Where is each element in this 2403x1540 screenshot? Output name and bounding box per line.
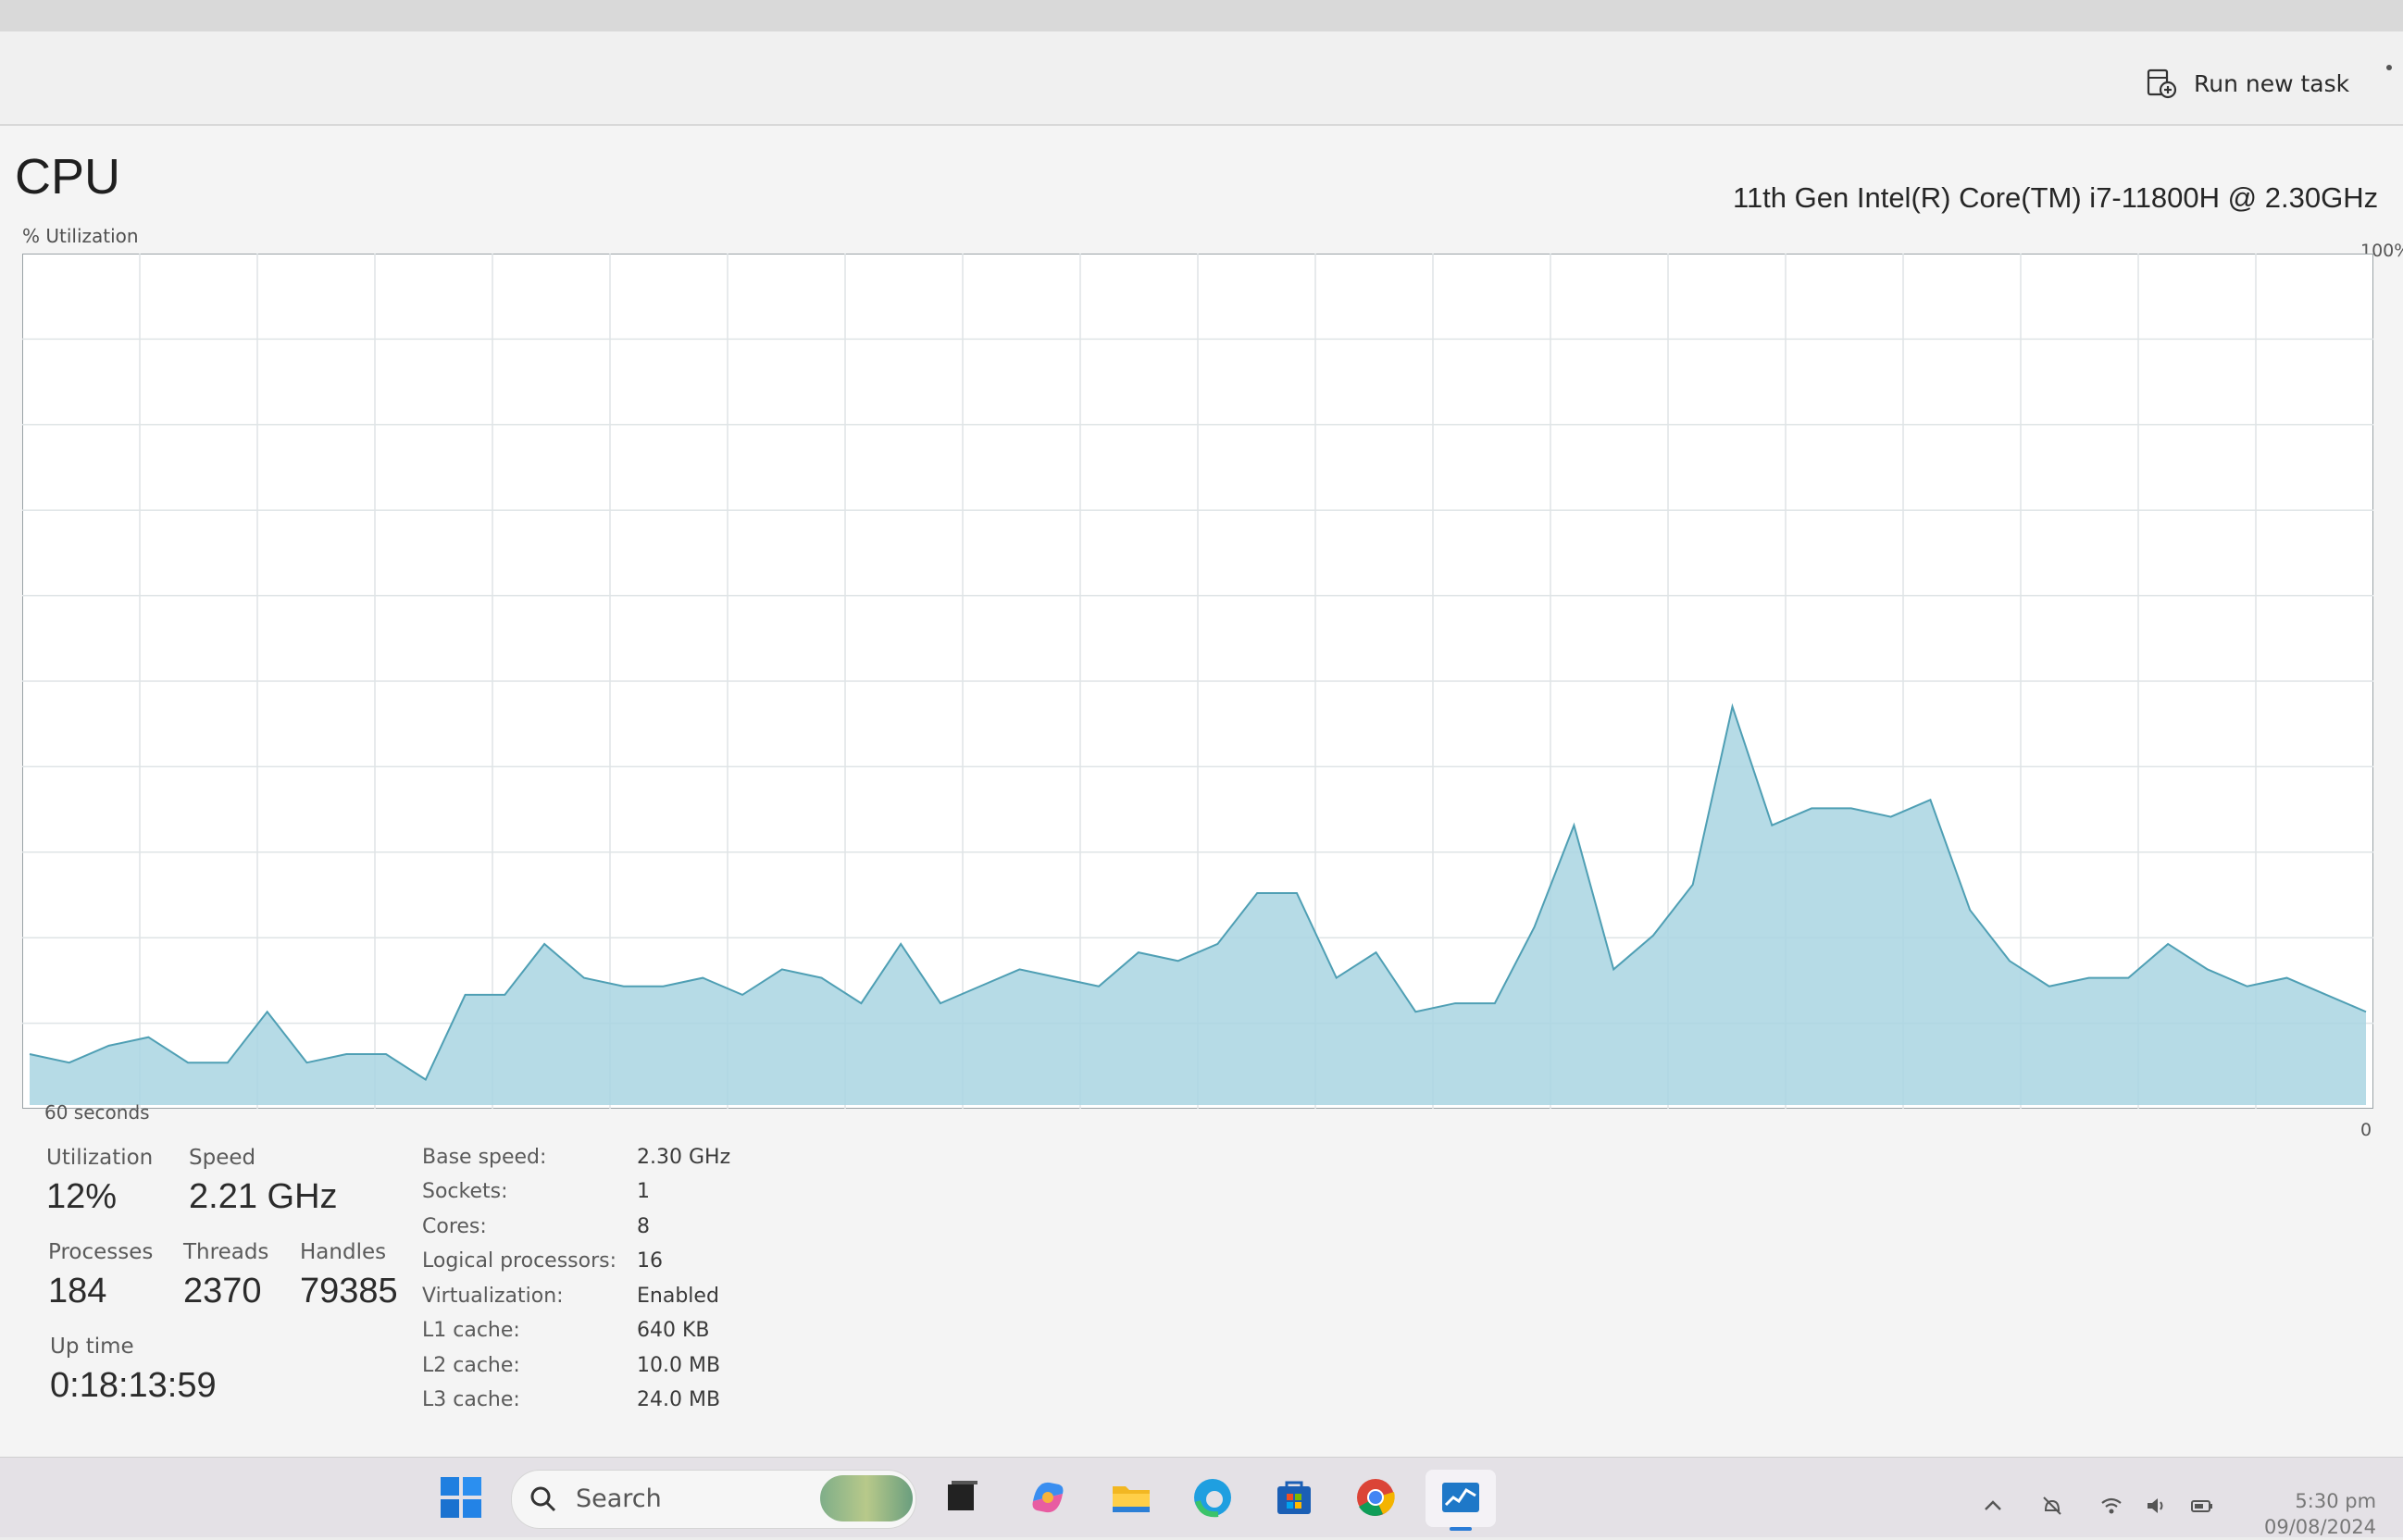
chart-y-axis-label: % Utilization (22, 225, 139, 247)
cores-value: 8 (637, 1215, 650, 1238)
processes-value: 184 (48, 1272, 106, 1311)
cpu-utilization-chart (22, 254, 2373, 1109)
edge-icon[interactable] (1189, 1473, 1237, 1521)
processes-label: Processes (48, 1240, 153, 1264)
page-title: CPU (15, 148, 120, 205)
l1-cache-key: L1 cache: (422, 1319, 520, 1342)
store-icon[interactable] (1270, 1473, 1318, 1521)
cpu-chart-svg (22, 254, 2373, 1109)
file-explorer-icon[interactable] (1107, 1473, 1155, 1521)
chevron-up-icon[interactable] (1981, 1494, 2005, 1518)
utilization-label: Utilization (46, 1146, 153, 1170)
sockets-value: 1 (637, 1180, 650, 1203)
cores-key: Cores: (422, 1215, 487, 1238)
clock-time: 5:30 pm (2264, 1488, 2376, 1514)
active-app-indicator (1450, 1527, 1472, 1531)
uptime-label: Up time (50, 1335, 134, 1359)
l1-cache-value: 640 KB (637, 1319, 710, 1342)
l2-cache-key: L2 cache: (422, 1354, 520, 1377)
search-placeholder: Search (576, 1484, 662, 1513)
more-options-icon[interactable] (2386, 65, 2392, 70)
handles-label: Handles (300, 1240, 386, 1264)
copilot-icon[interactable] (1024, 1473, 1072, 1521)
chrome-icon[interactable] (1351, 1473, 1400, 1521)
sockets-key: Sockets: (422, 1180, 508, 1203)
search-icon (529, 1485, 557, 1513)
run-new-task-button[interactable]: Run new task (2146, 48, 2349, 118)
virtualization-key: Virtualization: (422, 1285, 564, 1308)
cpu-model-name: 11th Gen Intel(R) Core(TM) i7-11800H @ 2… (1733, 181, 2378, 215)
l3-cache-key: L3 cache: (422, 1388, 520, 1411)
handles-value: 79385 (300, 1272, 398, 1311)
threads-label: Threads (183, 1240, 268, 1264)
l3-cache-value: 24.0 MB (637, 1388, 720, 1411)
speed-value: 2.21 GHz (189, 1177, 338, 1217)
logical-processors-value: 16 (637, 1249, 663, 1273)
notifications-off-icon[interactable] (2040, 1494, 2064, 1518)
chart-y-min-label: 0 (2360, 1120, 2372, 1140)
wifi-icon[interactable] (2099, 1494, 2123, 1518)
start-icon[interactable] (437, 1473, 485, 1521)
volume-icon[interactable] (2144, 1494, 2168, 1518)
uptime-value: 0:18:13:59 (50, 1366, 217, 1406)
base-speed-key: Base speed: (422, 1146, 546, 1169)
utilization-value: 12% (46, 1177, 117, 1217)
threads-value: 2370 (183, 1272, 262, 1311)
toolbar (0, 31, 2403, 126)
l2-cache-value: 10.0 MB (637, 1354, 720, 1377)
virtualization-value: Enabled (637, 1285, 719, 1308)
logical-processors-key: Logical processors: (422, 1249, 616, 1273)
taskbar-clock[interactable]: 5:30 pm 09/08/2024 (2264, 1488, 2376, 1540)
chart-x-axis-label: 60 seconds (44, 1101, 150, 1124)
search-highlight-image (820, 1475, 913, 1521)
task-manager-icon[interactable] (1437, 1473, 1485, 1521)
task-view-icon[interactable] (939, 1473, 987, 1521)
window-top-strip (0, 0, 2403, 31)
run-new-task-label: Run new task (2194, 70, 2349, 97)
run-task-icon (2146, 68, 2177, 99)
battery-icon[interactable] (2190, 1494, 2214, 1518)
speed-label: Speed (189, 1146, 255, 1170)
base-speed-value: 2.30 GHz (637, 1146, 730, 1169)
